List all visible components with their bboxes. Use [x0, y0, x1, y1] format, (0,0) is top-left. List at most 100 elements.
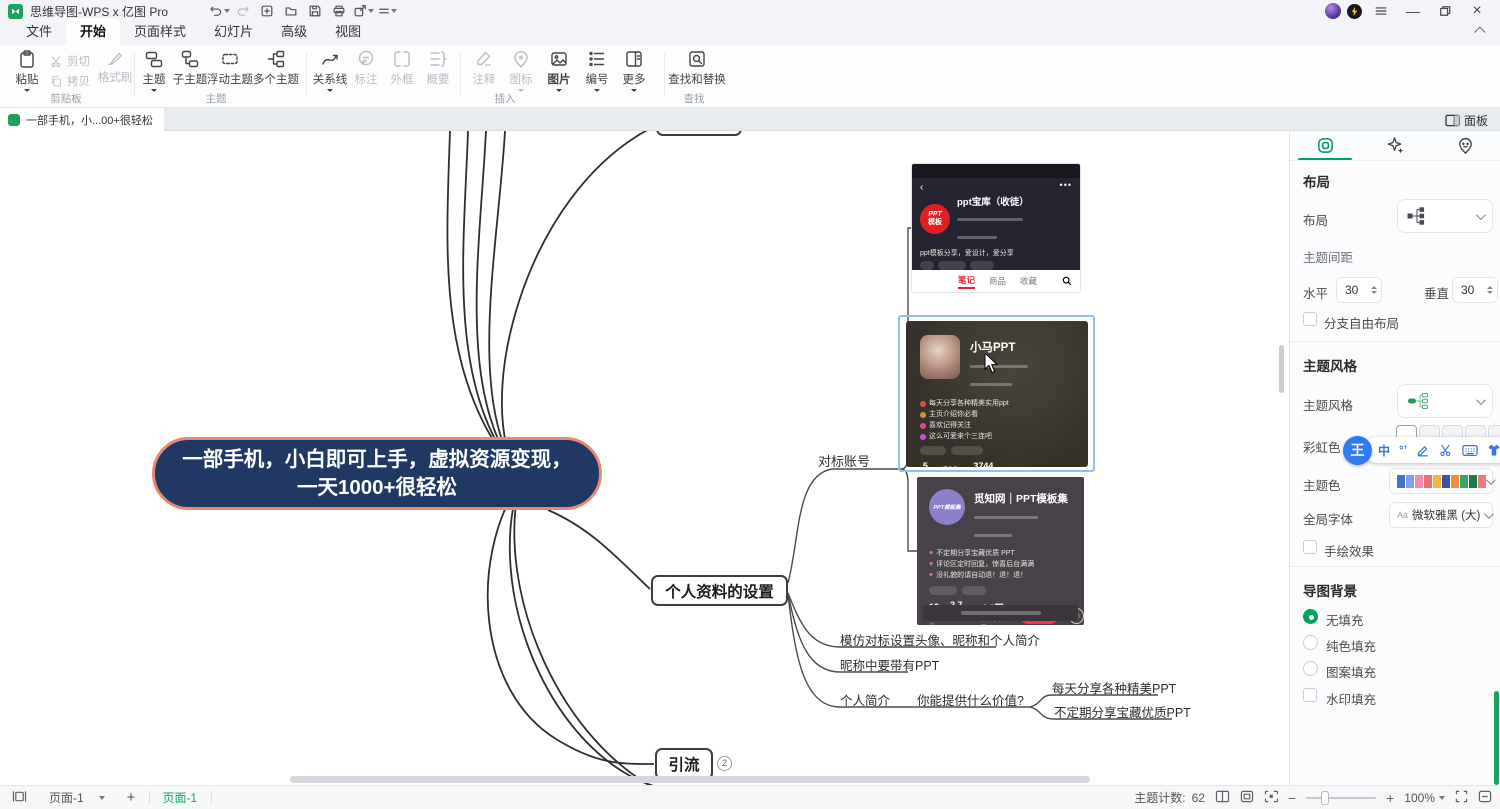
card1-search-icon — [1062, 276, 1072, 286]
ime-mode-chinese[interactable]: 中 — [1378, 442, 1390, 459]
format-painter-button[interactable]: 格式刷 — [96, 49, 134, 85]
more-options-icon[interactable]: ••• — [1060, 180, 1072, 190]
copy-button[interactable]: 拷贝 — [50, 73, 90, 89]
group-label-insert: 插入 — [495, 91, 516, 106]
numbering-button[interactable]: 编号 — [581, 49, 613, 92]
boundary-button[interactable]: 外框 — [386, 49, 418, 87]
multi-topic-button[interactable]: 多个主题 — [250, 49, 302, 87]
ime-skin-icon[interactable] — [1487, 443, 1500, 457]
fit-page-icon[interactable] — [1240, 790, 1254, 806]
horizontal-spacing-input[interactable]: 30 — [1336, 277, 1382, 303]
theme-color-dropdown[interactable] — [1389, 468, 1493, 494]
floating-topic-button[interactable]: 浮动主题 — [204, 49, 256, 87]
insert-icon-button[interactable]: 图标 — [505, 49, 537, 92]
clipped-top-node[interactable] — [656, 131, 742, 136]
central-topic-node[interactable]: 一部手机，小白即可上手，虚拟资源变现，一天1000+很轻松 — [152, 437, 602, 510]
fit-selection-icon[interactable] — [1264, 790, 1278, 806]
more-button[interactable]: 更多 — [618, 49, 650, 92]
pages-overview-icon[interactable] — [12, 790, 27, 806]
global-font-label: 全局字体 — [1303, 509, 1353, 528]
add-page-button[interactable]: + — [127, 789, 136, 806]
menu-tab-page-style[interactable]: 页面样式 — [120, 18, 200, 45]
style-dropdown[interactable] — [1397, 384, 1493, 418]
ime-keyboard-icon[interactable] — [1462, 444, 1478, 457]
benchmark-topic[interactable]: 对标账号 — [818, 451, 870, 470]
ime-toolbar[interactable]: 王 中 °’ — [1343, 435, 1500, 465]
ime-logo[interactable]: 王 — [1343, 436, 1372, 465]
close-button[interactable]: × — [1464, 1, 1490, 21]
back-icon[interactable]: ‹ — [920, 182, 923, 193]
panel-tab-effects[interactable] — [1360, 131, 1430, 160]
panel-tab-layout[interactable] — [1290, 131, 1360, 160]
bg-solid-fill-radio[interactable] — [1303, 635, 1318, 650]
app-menu-button[interactable] — [1368, 1, 1394, 21]
zoom-level-dropdown[interactable]: 100% — [1404, 791, 1445, 805]
callout-button[interactable]: 标注 — [350, 49, 382, 87]
topic-button[interactable]: 主题 — [138, 49, 170, 92]
fullscreen-icon[interactable] — [1455, 790, 1468, 806]
bg-pattern-fill-radio[interactable] — [1303, 661, 1318, 676]
insert-picture-button[interactable]: 图片 — [542, 49, 576, 92]
panel-tab-icons[interactable] — [1431, 131, 1500, 160]
value-item2-topic[interactable]: 不定期分享宝藏优质PPT — [1054, 702, 1191, 721]
collapsed-count-badge[interactable]: 2 — [717, 756, 732, 771]
zoom-slider-thumb[interactable] — [1321, 791, 1329, 805]
hand-drawn-checkbox[interactable] — [1303, 540, 1317, 554]
ime-scissors-icon[interactable] — [1439, 443, 1453, 457]
profile-card-ppt-treasury[interactable]: ‹ ••• PPT 模板 ppt宝库（收徒） ppt模板分享，爱设计，爱分享 — [912, 164, 1080, 292]
panel-scrollbar-thumb[interactable] — [1494, 691, 1499, 785]
profile-card-xiaoma-ppt[interactable]: 小马PPT 每天分享各种精美实用ppt 主页介绍你必看 喜欢记得关注 这么可爱来… — [906, 321, 1088, 467]
profile-setup-node[interactable]: 个人资料的设置 — [651, 575, 788, 606]
cut-button[interactable]: 剪切 — [50, 53, 90, 69]
mindmap-canvas[interactable]: 一部手机，小白即可上手，虚拟资源变现，一天1000+很轻松 个人资料的设置 引流… — [0, 131, 1288, 785]
summary-button[interactable]: 概要 — [422, 49, 454, 87]
collapse-statusbar-icon[interactable] — [1478, 790, 1492, 806]
paste-button[interactable]: 粘贴 — [8, 49, 46, 92]
collapse-ribbon-button[interactable] — [1478, 26, 1486, 34]
restore-button[interactable] — [1432, 1, 1458, 21]
group-label-clipboard: 剪贴板 — [50, 91, 82, 106]
bg-no-fill-radio[interactable] — [1303, 609, 1318, 624]
value-question-topic[interactable]: 你能提供什么价值? — [917, 690, 1024, 709]
zoom-slider[interactable] — [1306, 797, 1376, 799]
cut-copy-stack: 剪切 拷贝 — [50, 53, 90, 89]
nickname-topic[interactable]: 昵称中要带有PPT — [840, 655, 939, 674]
bg-watermark-checkbox[interactable] — [1303, 688, 1317, 702]
card1-avatar: PPT 模板 — [920, 204, 950, 234]
minimize-button[interactable]: — — [1400, 1, 1426, 21]
menu-tab-home[interactable]: 开始 — [66, 18, 120, 45]
relationship-button[interactable]: 关系线 — [310, 49, 350, 92]
profile-card-mizhi-ppt[interactable]: PPT模板集 觅知网｜PPT模板集 ♥不定期分享宝藏优质 PPT ♥评论区定时回… — [917, 477, 1084, 625]
spacing-header: 主题间距 — [1303, 247, 1353, 266]
vertical-scrollbar-thumb[interactable] — [1279, 345, 1284, 393]
membership-icon[interactable] — [1347, 4, 1362, 19]
menu-tab-advanced[interactable]: 高级 — [267, 18, 321, 45]
menu-tab-file[interactable]: 文件 — [12, 18, 66, 45]
reading-view-icon[interactable] — [1215, 790, 1230, 806]
comment-button[interactable]: 注释 — [468, 49, 500, 87]
active-page-tab[interactable]: 页面-1 — [162, 789, 197, 806]
global-font-dropdown[interactable]: Aa 微软雅黑 (大) — [1389, 502, 1493, 528]
vertical-spacing-input[interactable]: 30 — [1452, 277, 1498, 303]
layout-glyph-icon — [1407, 207, 1437, 225]
zoom-out-button[interactable]: − — [1288, 790, 1296, 806]
customize-toolbar-button[interactable] — [376, 2, 398, 20]
card1-name: ppt宝库（收徒） — [957, 194, 1029, 208]
value-item1-topic[interactable]: 每天分享各种精美PPT — [1052, 678, 1176, 697]
ime-punctuation[interactable]: °’ — [1399, 443, 1407, 457]
menu-tab-view[interactable]: 视图 — [321, 18, 375, 45]
zoom-in-button[interactable]: + — [1386, 790, 1394, 806]
layout-dropdown[interactable] — [1397, 199, 1493, 233]
ime-pen-icon[interactable] — [1416, 443, 1430, 457]
horizontal-scrollbar[interactable] — [290, 776, 1090, 783]
free-layout-checkbox[interactable] — [1303, 312, 1317, 326]
page-selector-dropdown[interactable]: 页面-1 — [41, 787, 113, 808]
find-replace-button[interactable]: 查找和替换 — [666, 49, 728, 87]
document-tab[interactable]: 一部手机，小...00+很轻松 — [0, 108, 164, 131]
imitate-topic[interactable]: 模仿对标设置头像、昵称和个人简介 — [840, 630, 1040, 649]
bio-topic[interactable]: 个人简介 — [840, 690, 890, 709]
menu-tab-slides[interactable]: 幻灯片 — [200, 18, 267, 45]
panel-toggle-button[interactable]: 面板 — [1441, 110, 1492, 131]
bg-pattern-fill-label: 图案填充 — [1326, 662, 1376, 681]
user-avatar[interactable] — [1325, 3, 1341, 19]
